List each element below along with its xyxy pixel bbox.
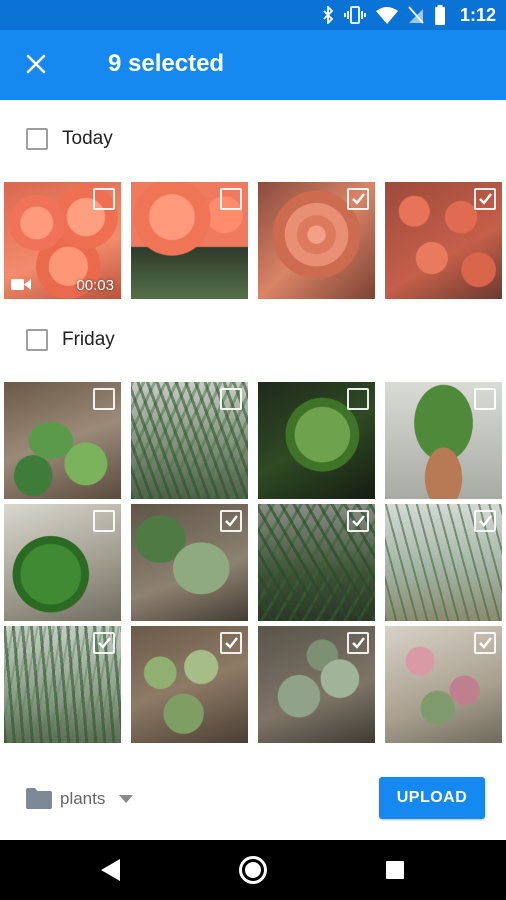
close-icon [26,54,46,74]
folder-icon [26,788,52,809]
checked-box-icon[interactable] [347,510,369,532]
app-bar: 9 selected [0,30,506,100]
photo-tile[interactable] [4,504,121,621]
photo-tile[interactable] [385,182,502,299]
unchecked-box-icon[interactable] [93,388,115,410]
checked-box-icon[interactable] [347,188,369,210]
unchecked-box-icon[interactable] [93,510,115,532]
status-icons: 1:12 [322,4,496,26]
checked-box-icon[interactable] [93,632,115,654]
photo-tile[interactable] [385,382,502,499]
unchecked-box-icon[interactable] [220,188,242,210]
section-label-today: Today [62,128,113,149]
photo-tile[interactable] [4,626,121,743]
back-icon[interactable] [101,859,121,881]
photo-tile[interactable] [385,504,502,621]
home-icon[interactable] [239,856,267,884]
photo-tile[interactable]: 00:03 [4,182,121,299]
battery-icon [434,5,445,25]
photo-tile[interactable] [258,182,375,299]
folder-name: plants [60,788,106,808]
folder-selector[interactable]: plants [26,788,134,809]
video-camera-icon [11,279,31,290]
checked-box-icon[interactable] [474,632,496,654]
close-button[interactable] [14,42,58,86]
unchecked-box-icon[interactable] [220,388,242,410]
photo-tile[interactable] [258,382,375,499]
bottom-bar: plants UPLOAD [0,756,506,840]
bluetooth-icon [323,6,334,24]
status-bar: 1:12 [0,0,506,30]
photo-tile[interactable] [131,504,248,621]
section-header-today: Today [0,110,506,170]
select-all-friday-checkbox[interactable] [26,329,48,351]
recents-icon[interactable] [386,861,404,879]
checked-box-icon[interactable] [474,188,496,210]
photo-tile[interactable] [131,182,248,299]
no-sim-icon [408,6,424,24]
selection-count-title: 9 selected [108,50,225,77]
section-header-friday: Friday [0,311,506,371]
section-label-friday: Friday [62,329,115,350]
checked-box-icon[interactable] [347,632,369,654]
checked-box-icon[interactable] [220,632,242,654]
vibrate-icon [344,6,366,24]
checked-box-icon[interactable] [220,510,242,532]
checked-box-icon[interactable] [474,510,496,532]
unchecked-box-icon[interactable] [474,388,496,410]
status-time: 1:12 [459,4,496,25]
home-dot [245,862,261,878]
unchecked-box-icon[interactable] [347,388,369,410]
upload-button[interactable]: UPLOAD [379,777,485,819]
dropdown-arrow-icon [119,794,134,803]
photo-grid-friday [4,382,502,743]
wifi-icon [375,7,398,24]
photo-grid-today: 00:03 [4,182,502,299]
photo-tile[interactable] [131,626,248,743]
photo-tile[interactable] [258,504,375,621]
video-duration: 00:03 [76,277,114,294]
navigation-bar [0,840,506,900]
photo-tile[interactable] [385,626,502,743]
photo-tile[interactable] [258,626,375,743]
unchecked-box-icon[interactable] [93,188,115,210]
photo-tile[interactable] [131,382,248,499]
select-all-today-checkbox[interactable] [26,128,48,150]
photo-tile[interactable] [4,382,121,499]
